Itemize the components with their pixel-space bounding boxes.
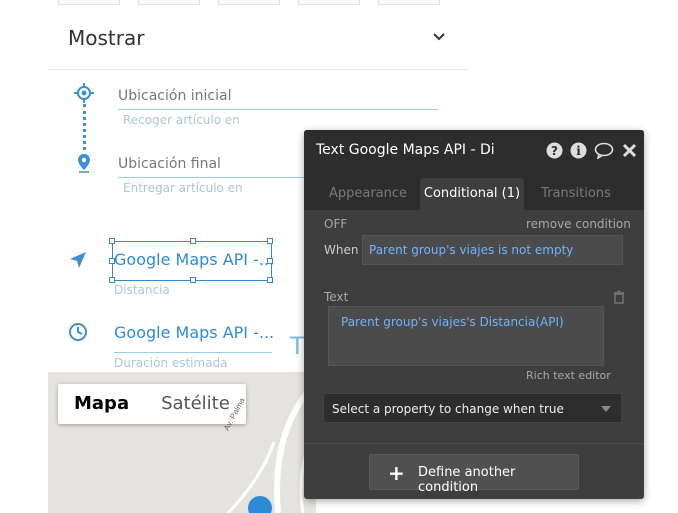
text-expression-field[interactable]: Parent group's viajes's Distancia(API) xyxy=(328,306,604,366)
text-expression[interactable]: Parent group's viajes's Distancia(API) xyxy=(341,315,564,329)
panel-title: Text Google Maps API - Di xyxy=(316,142,495,158)
mostrar-dropdown[interactable]: Mostrar xyxy=(48,8,468,70)
origin-underline xyxy=(118,109,438,110)
origin-input[interactable]: Recoger artículo en xyxy=(123,113,240,127)
tab-appearance[interactable]: Appearance xyxy=(320,178,416,210)
property-select[interactable]: Select a property to change when true xyxy=(323,393,622,423)
when-expression[interactable]: Parent group's viajes is not empty xyxy=(369,243,573,257)
panel-header-icons: ? i xyxy=(546,142,638,159)
map-marker-icon[interactable] xyxy=(248,496,272,513)
when-label: When xyxy=(324,243,359,257)
svg-text:i: i xyxy=(576,144,581,158)
stray-text[interactable]: T xyxy=(290,332,305,360)
destination-label: Ubicación final xyxy=(118,156,221,172)
tab-transitions[interactable]: Transitions xyxy=(530,178,622,210)
destination-input[interactable]: Entregar artículo en xyxy=(123,181,243,195)
distance-label: Distancia xyxy=(114,283,170,297)
panel-tabs: Appearance Conditional (1) Transitions xyxy=(304,172,644,210)
tab-conditional[interactable]: Conditional (1) xyxy=(420,178,524,210)
origin-label: Ubicación inicial xyxy=(118,88,232,104)
map-pin-icon xyxy=(78,154,90,173)
condition-off-toggle[interactable]: OFF xyxy=(324,217,347,231)
route-dots xyxy=(83,104,86,150)
comment-icon[interactable] xyxy=(594,142,614,159)
remove-condition-link[interactable]: remove condition xyxy=(526,217,631,231)
close-icon[interactable] xyxy=(621,142,638,159)
plus-icon: + xyxy=(388,461,405,485)
map[interactable]: Mapa Satélite xyxy=(48,372,316,513)
property-editor-panel: Text Google Maps API - Di ? i Appearance… xyxy=(304,130,644,499)
top-tab-strip xyxy=(48,0,468,8)
rich-text-editor-link[interactable]: Rich text editor xyxy=(526,369,611,382)
define-another-condition-button[interactable]: + Define another condition xyxy=(369,454,579,495)
duration-text[interactable]: Google Maps API -... xyxy=(114,323,274,342)
property-select-placeholder: Select a property to change when true xyxy=(332,402,564,416)
svg-text:?: ? xyxy=(551,144,558,158)
panel-header: Text Google Maps API - Di ? i xyxy=(304,130,644,172)
trash-icon[interactable] xyxy=(612,290,626,304)
destination-underline xyxy=(118,177,308,178)
duration-underline xyxy=(114,352,272,353)
mostrar-label: Mostrar xyxy=(68,26,145,50)
map-type-mapa-button[interactable]: Mapa xyxy=(58,384,145,424)
resize-handle[interactable] xyxy=(190,238,196,244)
distance-text[interactable]: Google Maps API -... xyxy=(114,250,274,269)
navigation-arrow-icon xyxy=(70,252,86,268)
crosshair-icon xyxy=(74,83,94,103)
divider xyxy=(304,443,644,444)
resize-handle[interactable] xyxy=(109,238,115,244)
text-label: Text xyxy=(324,290,349,304)
define-another-condition-label: Define another condition xyxy=(418,465,516,495)
resize-handle[interactable] xyxy=(267,238,273,244)
resize-handle[interactable] xyxy=(267,277,273,283)
when-expression-field[interactable]: Parent group's viajes is not empty xyxy=(362,235,623,265)
clock-icon xyxy=(69,323,87,341)
info-icon[interactable]: i xyxy=(570,142,587,159)
help-icon[interactable]: ? xyxy=(546,142,563,159)
chevron-down-icon xyxy=(433,33,445,41)
canvas: Mostrar Ubicación inicial Recoger artícu… xyxy=(0,0,678,513)
caret-down-icon xyxy=(601,406,611,412)
resize-handle[interactable] xyxy=(190,277,196,283)
map-type-toggle[interactable]: Mapa Satélite xyxy=(58,384,246,424)
duration-label: Duración estimada xyxy=(114,356,228,370)
